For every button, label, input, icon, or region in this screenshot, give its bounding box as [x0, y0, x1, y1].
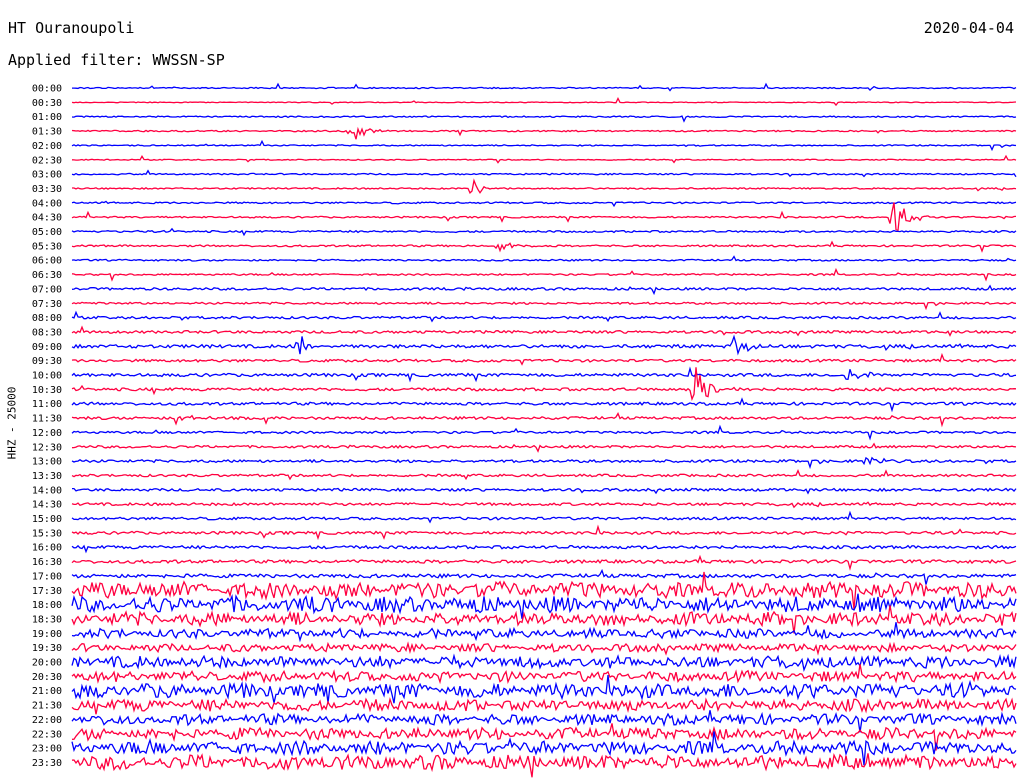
- time-tick-label: 11:30: [32, 414, 62, 425]
- trace-line: [71, 710, 1017, 733]
- time-tick-label: 23:30: [32, 758, 62, 769]
- time-tick-label: 13:30: [32, 471, 62, 482]
- trace-line: [71, 469, 1017, 481]
- time-tick-label: 18:00: [32, 600, 62, 611]
- trace-line: [71, 202, 1017, 232]
- time-tick-label: 14:30: [32, 500, 62, 511]
- trace-line: [71, 255, 1017, 262]
- trace-line: [71, 240, 1017, 253]
- trace-line: [71, 169, 1017, 178]
- time-tick-label: 07:00: [32, 284, 62, 295]
- trace-line: [71, 593, 1017, 619]
- time-tick-label: 20:30: [32, 672, 62, 683]
- trace-line: [71, 115, 1017, 123]
- time-tick-label: 08:30: [32, 327, 62, 338]
- time-tick-label: 20:00: [32, 658, 62, 669]
- time-tick-label: 18:30: [32, 614, 62, 625]
- time-tick-label: 03:00: [32, 170, 62, 181]
- time-tick-label: 09:30: [32, 356, 62, 367]
- trace-line: [71, 367, 1017, 402]
- time-tick-label: 10:30: [32, 385, 62, 396]
- trace-line: [71, 723, 1017, 751]
- time-tick-label: 12:00: [32, 428, 62, 439]
- trace-line: [72, 487, 1017, 495]
- trace-line: [71, 424, 1017, 441]
- time-tick-label: 10:00: [32, 371, 62, 382]
- trace-line: [71, 366, 1017, 383]
- time-tick-label: 19:30: [32, 643, 62, 654]
- trace-line: [71, 442, 1017, 453]
- trace-line: [71, 510, 1017, 524]
- trace-line: [71, 605, 1017, 634]
- trace-line: [72, 82, 1017, 92]
- time-tick-label: 15:30: [32, 528, 62, 539]
- time-tick-label: 19:00: [32, 629, 62, 640]
- trace-line: [71, 456, 1017, 470]
- trace-line: [71, 568, 1017, 585]
- time-tick-label: 09:00: [32, 342, 62, 353]
- trace-line: [71, 501, 1017, 509]
- trace-line: [71, 752, 1017, 778]
- time-tick-label: 01:00: [32, 112, 62, 123]
- trace-group: [71, 82, 1017, 778]
- time-tick-label: 22:30: [32, 729, 62, 740]
- time-tick-label: 12:30: [32, 442, 62, 453]
- time-tick-label: 11:00: [32, 399, 62, 410]
- time-tick-label: 21:00: [32, 686, 62, 697]
- trace-line: [71, 334, 1017, 356]
- trace-line: [71, 301, 1017, 311]
- time-tick-label: 07:30: [32, 299, 62, 310]
- trace-line: [71, 697, 1017, 715]
- time-tick-label: 04:00: [32, 198, 62, 209]
- time-tick-label: 04:30: [32, 213, 62, 224]
- trace-line: [71, 154, 1017, 164]
- trace-line: [71, 397, 1017, 413]
- time-tick-label: 16:30: [32, 557, 62, 568]
- time-tick-label: 01:30: [32, 127, 62, 138]
- trace-line: [72, 178, 1017, 194]
- time-tick-label: 05:30: [32, 241, 62, 252]
- time-tick-label: 06:30: [32, 270, 62, 281]
- time-tick-label: 05:00: [32, 227, 62, 238]
- time-tick-label: 06:00: [32, 256, 62, 267]
- time-tick-label: 13:00: [32, 457, 62, 468]
- time-tick-label: 16:00: [32, 543, 62, 554]
- trace-line: [71, 325, 1017, 337]
- trace-line: [71, 412, 1017, 428]
- time-tick-label: 02:00: [32, 141, 62, 152]
- trace-line: [71, 544, 1017, 554]
- trace-line: [71, 284, 1017, 296]
- time-tick-label: 17:30: [32, 586, 62, 597]
- trace-line: [71, 97, 1017, 107]
- trace-line: [71, 227, 1017, 237]
- trace-line: [71, 653, 1017, 673]
- time-tick-label: 02:30: [32, 155, 62, 166]
- time-tick-label: 08:00: [32, 313, 62, 324]
- trace-line: [71, 554, 1017, 571]
- trace-line: [71, 641, 1017, 656]
- time-tick-label: 22:00: [32, 715, 62, 726]
- trace-line: [71, 200, 1017, 208]
- trace-line: [71, 352, 1017, 366]
- trace-line: [71, 524, 1017, 541]
- trace-line: [71, 310, 1017, 323]
- time-tick-label: 03:30: [32, 184, 62, 195]
- time-tick-label: 21:30: [32, 701, 62, 712]
- time-tick-label: 00:30: [32, 98, 62, 109]
- trace-line: [71, 664, 1017, 685]
- trace-line: [71, 622, 1017, 643]
- time-tick-label: 14:00: [32, 485, 62, 496]
- time-tick-label: 17:00: [32, 571, 62, 582]
- trace-line: [71, 126, 1017, 140]
- helicorder-plot: 00:00 00:30 01:00 01:30 02:00 02:30 03:00 03:30…: [32, 82, 1017, 778]
- time-tick-label: 23:00: [32, 744, 62, 755]
- time-tick-label: 00:00: [32, 84, 62, 95]
- trace-line: [71, 267, 1017, 282]
- time-tick-labels: 00:00 00:30 01:00 01:30 02:00 02:30 03:00 03:30…: [32, 84, 62, 769]
- trace-line: [71, 139, 1017, 152]
- time-tick-label: 15:00: [32, 514, 62, 525]
